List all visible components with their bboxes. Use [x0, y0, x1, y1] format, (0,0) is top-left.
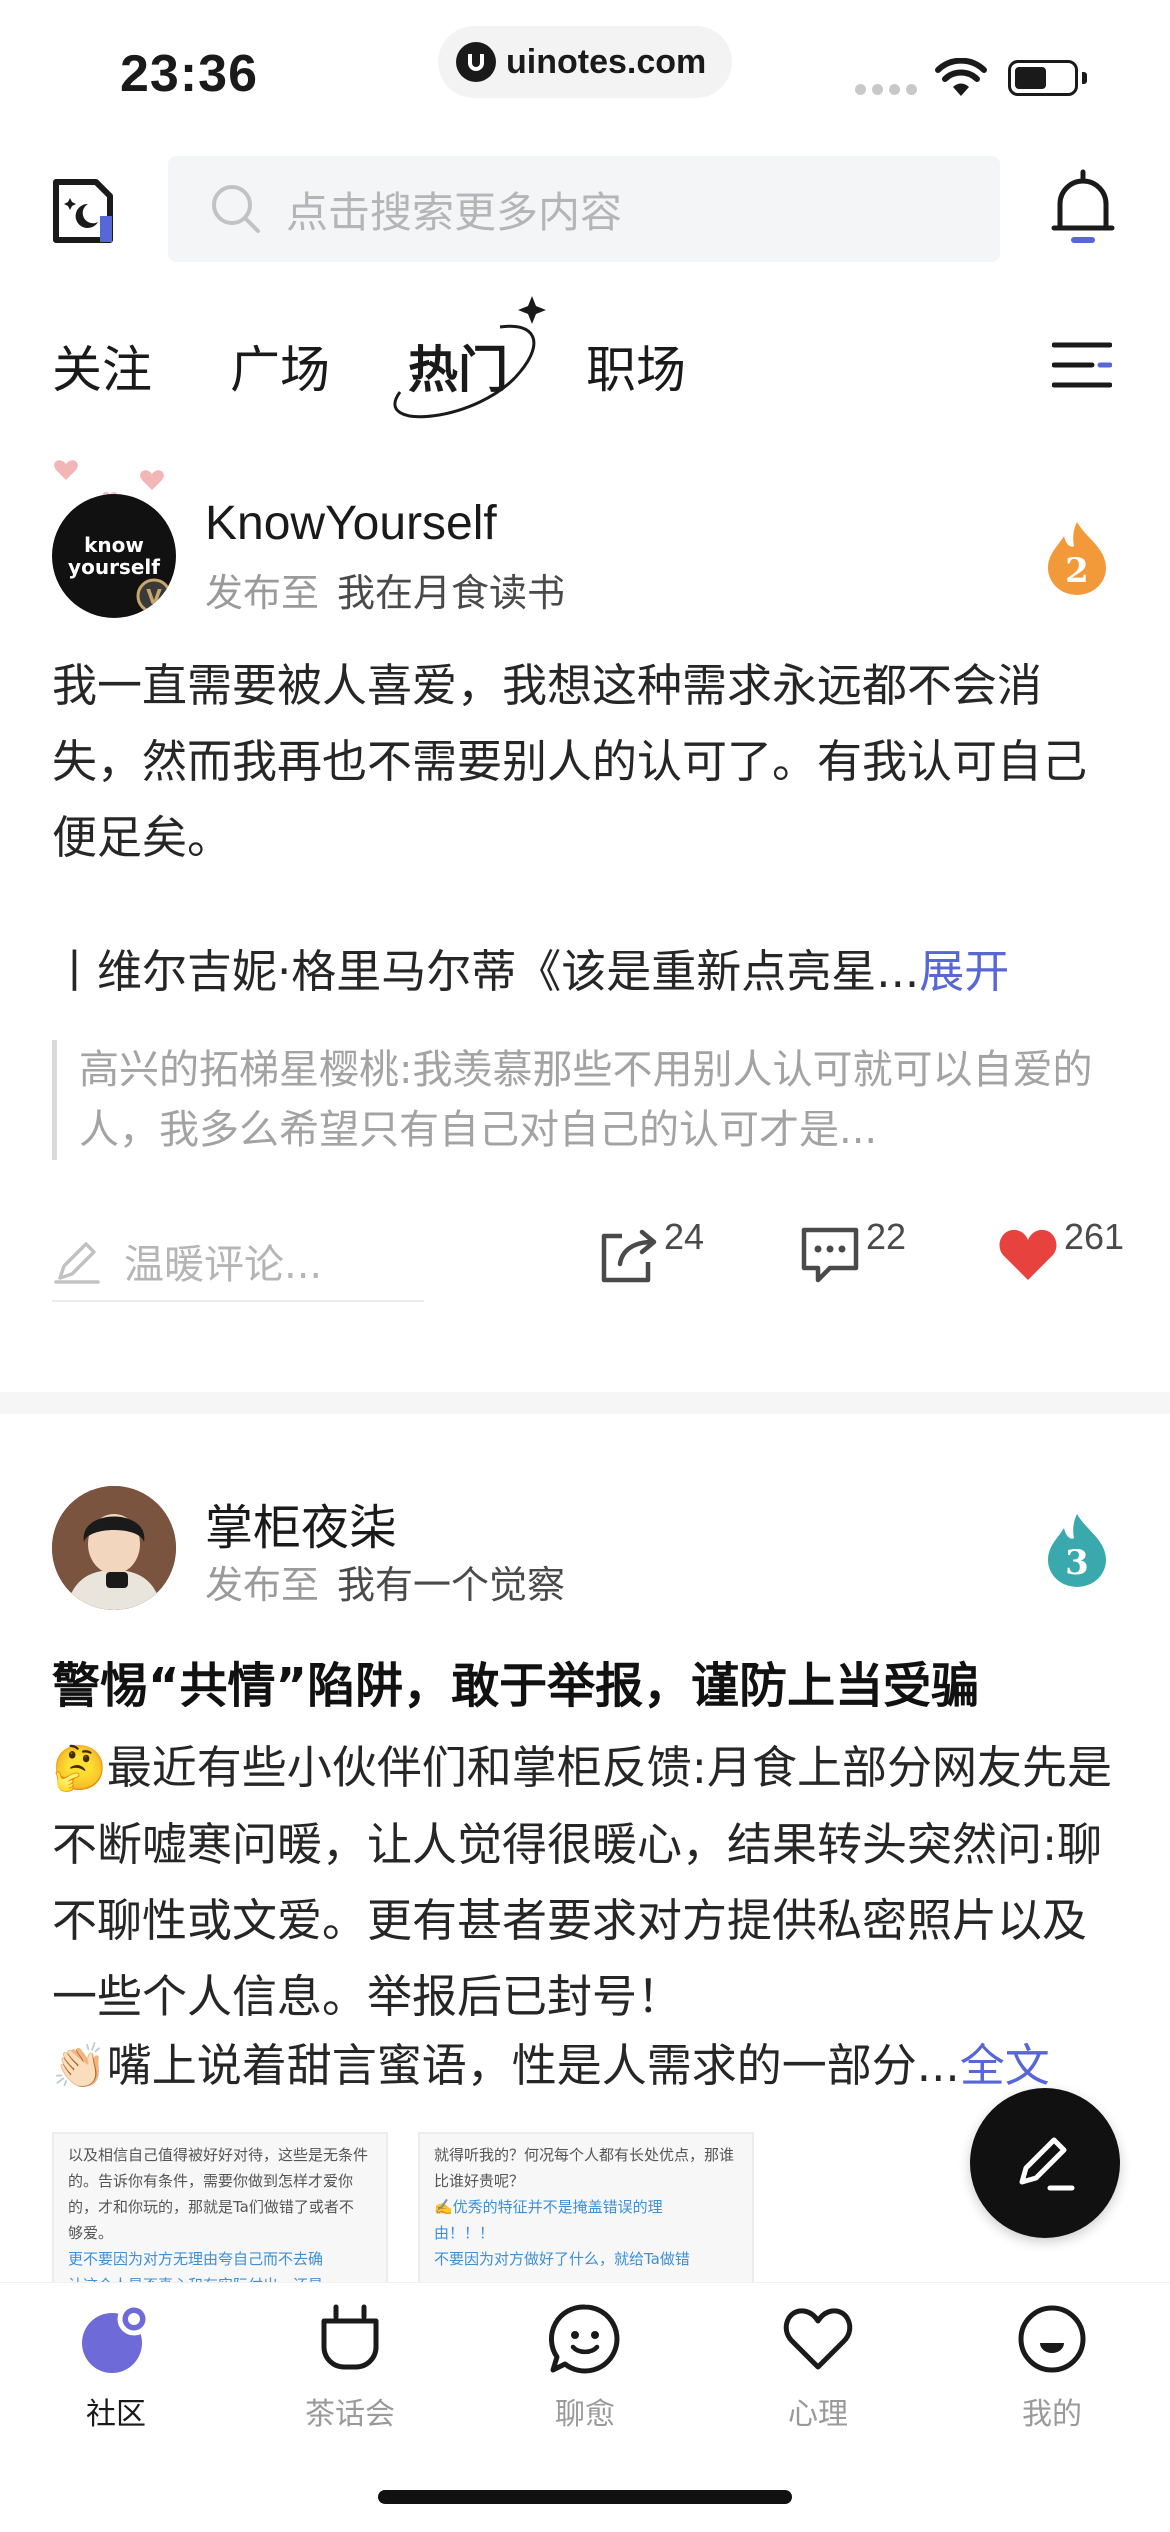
nav-psychology[interactable]: 心理 — [743, 2301, 893, 2433]
hot-rank-badge-icon: 2 — [1048, 522, 1106, 595]
cellular-signal-icon — [855, 84, 917, 95]
nav-community[interactable]: 社区 — [41, 2301, 191, 2433]
nav-label: 我的 — [1022, 2397, 1082, 2432]
thumb-highlight: ✍️优秀的特征并不是掩盖错误的理 — [434, 2198, 663, 2216]
tea-cup-icon — [321, 2304, 379, 2370]
author-name[interactable]: KnowYourself — [205, 496, 497, 551]
profile-face-icon — [1018, 2305, 1086, 2373]
nav-healing-chat[interactable]: 聊愈 — [510, 2301, 660, 2433]
published-to: 发布至 我有一个觉察 — [205, 1554, 565, 1609]
thumb-highlight: 认这个人是否真心和有实际付出，还是 — [68, 2272, 372, 2282]
post-quote[interactable]: 丨维尔吉妮·格里马尔蒂《该是重新点亮星...展开 — [52, 934, 1122, 1010]
tab-hot-label: 热门 — [408, 341, 508, 399]
svg-text:know: know — [84, 533, 144, 557]
avatar[interactable]: know yourself V — [52, 494, 176, 618]
published-to-label: 发布至 — [205, 571, 320, 615]
wifi-icon — [935, 58, 987, 96]
expand-link[interactable]: 展开 — [919, 945, 1009, 998]
heart-icon — [999, 1229, 1057, 1280]
rank-number: 2 — [1065, 551, 1089, 591]
smiley-chat-icon — [548, 2304, 620, 2374]
post-body-text: 最近有些小伙伴们和掌柜反馈:月食上部分网友先是不断嘘寒问暖，让人觉得很暖心，结果… — [52, 1741, 1112, 2023]
thumb-line: 的。告诉你有条件，需要你做到怎样才爱你 — [68, 2172, 354, 2190]
thinking-emoji-icon: 🤔 — [52, 1743, 107, 1794]
post-body[interactable]: 🤔最近有些小伙伴们和掌柜反馈:月食上部分网友先是不断嘘寒问暖，让人觉得很暖心，结… — [52, 1730, 1122, 2035]
share-button[interactable]: 24 — [596, 1216, 704, 1286]
notification-bell-icon[interactable] — [1050, 168, 1116, 246]
share-icon — [601, 1229, 657, 1283]
battery-icon — [1008, 60, 1078, 96]
tab-following[interactable]: 关注 — [52, 330, 152, 402]
full-text-link[interactable]: 全文 — [960, 2039, 1050, 2092]
rank-number: 3 — [1065, 1543, 1089, 1583]
search-icon — [212, 185, 260, 233]
url-text: uinotes.com — [506, 42, 707, 81]
url-pill[interactable]: uinotes.com — [438, 26, 732, 98]
menu-icon[interactable] — [1052, 340, 1112, 390]
comment-input[interactable]: 温暖评论... — [52, 1222, 424, 1302]
share-count: 24 — [664, 1216, 705, 1257]
comment-placeholder: 温暖评论... — [124, 1242, 323, 1288]
post-title[interactable]: 警惕“共情”陷阱，敢于举报，谨防上当受骗 — [52, 1646, 1132, 1716]
thumb-highlight: 更不要因为对方无理由夸自己而不去确 — [68, 2250, 324, 2268]
tab-square[interactable]: 广场 — [230, 330, 330, 402]
status-bar: 23:36 uinotes.com — [0, 0, 1170, 140]
nav-label: 心理 — [788, 2397, 848, 2432]
comment-icon — [801, 1227, 859, 1283]
feed-tabs: 关注 广场 热门 职场 — [52, 296, 764, 419]
comment-count: 22 — [866, 1216, 907, 1257]
post-body[interactable]: 我一直需要被人喜爱，我想这种需求永远都不会消失，然而我再也不需要别人的认可了。有… — [52, 648, 1122, 876]
thumb-highlight: 由！！！ — [434, 2224, 495, 2242]
community-icon — [82, 2302, 151, 2373]
site-logo-icon — [456, 42, 496, 82]
search-placeholder: 点击搜索更多内容 — [286, 187, 623, 237]
like-button[interactable]: 261 — [996, 1216, 1124, 1286]
search-bar[interactable]: 点击搜索更多内容 — [168, 156, 1000, 262]
thumb-highlight: 不要因为对方做好了什么，就给Ta做错 — [434, 2250, 690, 2268]
avatar[interactable] — [52, 1486, 176, 1610]
like-count: 261 — [1064, 1216, 1125, 1257]
author-name[interactable]: 掌柜夜柒 — [205, 1488, 397, 1558]
thumb-line: 的，才和你玩的，那就是Ta们做错了或者不 — [68, 2198, 354, 2216]
svg-text:V: V — [146, 585, 162, 609]
post-image-thumbnail[interactable]: 就得听我的？何况每个人都有长处优点，那谁 比谁好贵呢？ ✍️优秀的特征并不是掩盖… — [418, 2132, 754, 2282]
status-time: 23:36 — [120, 45, 258, 103]
published-to: 发布至 我在月食读书 — [205, 562, 565, 617]
thumb-line: 就得听我的？何况每个人都有长处优点，那谁 — [434, 2146, 735, 2164]
nav-label: 茶话会 — [305, 2397, 395, 2432]
group-link[interactable]: 我有一个觉察 — [337, 1563, 565, 1607]
comment-preview[interactable]: 高兴的拓梯星樱桃:我羡慕那些不用别人认可就可以自爱的人，我多么希望只有自己对自己… — [52, 1040, 1122, 1160]
home-indicator — [378, 2490, 792, 2504]
post-actions: 温暖评论... 24 22 261 — [52, 1216, 1124, 1302]
thumb-line: 够爱。 — [68, 2224, 114, 2242]
post-body-continued[interactable]: 👏🏻嘴上说着甜言蜜语，性是人需求的一部分...全文 — [52, 2028, 1122, 2105]
tab-workplace[interactable]: 职场 — [586, 330, 686, 402]
tab-hot[interactable]: 热门 — [393, 296, 546, 419]
nav-me[interactable]: 我的 — [977, 2301, 1127, 2433]
compose-pencil-icon — [1019, 2137, 1075, 2191]
quote-text: 丨维尔吉妮·格里马尔蒂《该是重新点亮星... — [52, 945, 920, 998]
post-divider — [0, 1392, 1170, 1414]
app-logo-icon[interactable] — [52, 176, 116, 246]
published-to-label: 发布至 — [205, 1563, 320, 1607]
thumb-line: 以及相信自己值得被好好对待，这些是无条件 — [68, 2146, 369, 2164]
hot-rank-badge-icon: 3 — [1048, 1514, 1106, 1587]
post-images: 以及相信自己值得被好好对待，这些是无条件 的。告诉你有条件，需要你做到怎样才爱你… — [52, 2132, 1122, 2282]
post-image-thumbnail[interactable]: 以及相信自己值得被好好对待，这些是无条件 的。告诉你有条件，需要你做到怎样才爱你… — [52, 2132, 388, 2282]
nav-tea-party[interactable]: 茶话会 — [275, 2301, 425, 2433]
clapping-emoji-icon: 👏🏻 — [52, 2041, 107, 2092]
nav-label: 聊愈 — [555, 2397, 615, 2432]
svg-text:yourself: yourself — [68, 555, 160, 579]
group-link[interactable]: 我在月食读书 — [337, 571, 565, 615]
compose-button[interactable] — [970, 2088, 1120, 2238]
battery-tip — [1082, 72, 1087, 84]
thumb-line: 比谁好贵呢？ — [434, 2172, 525, 2190]
heart-outline-icon — [783, 2308, 853, 2370]
nav-label: 社区 — [86, 2397, 146, 2432]
pencil-icon — [54, 1242, 100, 1284]
comment-button[interactable]: 22 — [798, 1216, 906, 1286]
post-body-line2: 嘴上说着甜言蜜语，性是人需求的一部分... — [106, 2039, 960, 2092]
